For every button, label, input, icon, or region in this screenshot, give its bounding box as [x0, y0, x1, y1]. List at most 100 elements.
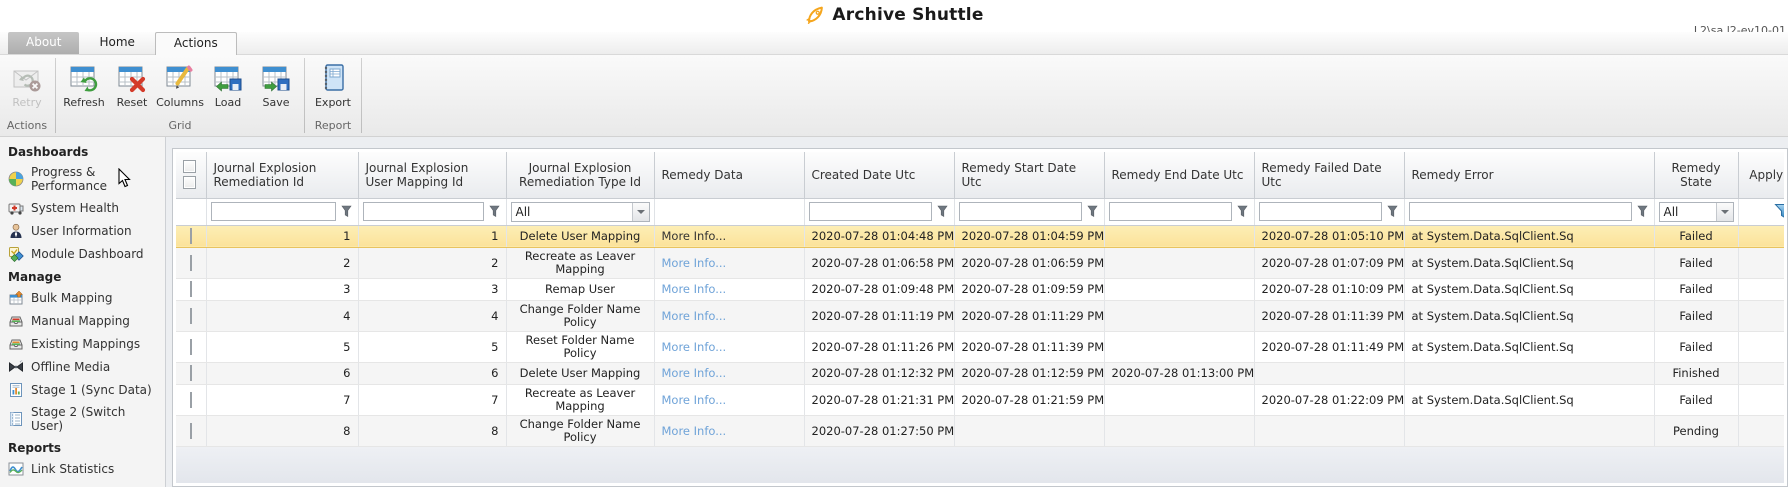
column-header-apply-filter[interactable]: Apply Filter — [1738, 152, 1784, 198]
filter-created-date-menu-button[interactable] — [936, 204, 950, 220]
filter-user-mapping-id-menu-button[interactable] — [488, 204, 502, 220]
remediation-id-cell: 3 — [206, 278, 358, 300]
filter-remediation-type-value: All — [512, 205, 632, 219]
row-checkbox[interactable] — [190, 255, 192, 271]
column-header-remedy-failed-date[interactable]: Remedy Failed Date Utc — [1254, 152, 1404, 198]
refresh-button[interactable]: Refresh — [61, 59, 107, 112]
sidebar-item-link-statistics[interactable]: Link Statistics — [0, 458, 165, 481]
sidebar-item-label: System Health — [31, 201, 119, 215]
sidebar-item-progress-performance[interactable]: Progress & Performance — [0, 162, 165, 197]
select-page-checkbox[interactable] — [183, 176, 196, 189]
sidebar-item-existing-mappings[interactable]: Existing Mappings — [0, 333, 165, 356]
save-button[interactable]: Save — [253, 59, 299, 112]
column-header-user-mapping-id[interactable]: Journal Explosion User Mapping Id — [358, 152, 506, 198]
filter-remediation-type-select[interactable]: All — [511, 202, 650, 222]
sidebar-item-stage1-sync-data[interactable]: Stage 1 (Sync Data) — [0, 379, 165, 402]
filter-remedy-start-date-input[interactable] — [959, 202, 1082, 221]
reset-button[interactable]: Reset — [109, 59, 155, 112]
column-header-remedy-state[interactable]: Remedy State — [1654, 152, 1738, 198]
table-row[interactable]: 44Change Folder Name PolicyMore Info...2… — [176, 300, 1784, 331]
filter-created-date-input[interactable] — [809, 202, 932, 221]
filter-remedy-start-date-menu-button[interactable] — [1086, 204, 1100, 220]
column-header-remedy-end-date[interactable]: Remedy End Date Utc — [1104, 152, 1254, 198]
filter-select-cell — [176, 198, 206, 225]
retry-button[interactable]: Retry — [4, 59, 50, 112]
remediation-id-cell: 4 — [206, 300, 358, 331]
column-header-remedy-data[interactable]: Remedy Data — [654, 152, 804, 198]
table-row[interactable]: 11Delete User MappingMore Info...2020-07… — [176, 225, 1784, 247]
more-info-link[interactable]: More Info... — [662, 393, 727, 407]
filter-remedy-failed-date-input[interactable] — [1259, 202, 1382, 221]
dropdown-arrow-button[interactable] — [632, 203, 649, 221]
remediation-type-cell: Recreate as Leaver Mapping — [506, 247, 654, 278]
filter-remedy-error-menu-button[interactable] — [1636, 204, 1650, 220]
column-header-remediation-type-id[interactable]: Journal Explosion Remediation Type Id — [506, 152, 654, 198]
sidebar-header-manage: Manage — [0, 266, 165, 287]
more-info-link[interactable]: More Info... — [662, 309, 727, 323]
column-header-created-date[interactable]: Created Date Utc — [804, 152, 954, 198]
column-header-remedy-error[interactable]: Remedy Error — [1404, 152, 1654, 198]
remediation-id-cell: 1 — [206, 225, 358, 247]
columns-button[interactable]: Columns — [157, 59, 203, 112]
filter-remedy-state-select[interactable]: All — [1659, 202, 1734, 222]
tab-about[interactable]: About — [8, 32, 79, 54]
sidebar-item-offline-media[interactable]: Offline Media — [0, 356, 165, 379]
table-row[interactable]: 77Recreate as Leaver MappingMore Info...… — [176, 384, 1784, 415]
filter-remedy-end-date-menu-button[interactable] — [1236, 204, 1250, 220]
filter-user-mapping-id-input[interactable] — [363, 202, 484, 221]
apply-filter-cell — [1738, 300, 1784, 331]
column-header-remediation-id[interactable]: Journal Explosion Remediation Id — [206, 152, 358, 198]
dropdown-arrow-button[interactable] — [1716, 203, 1733, 221]
created-date-cell: 2020-07-28 01:04:48 PM — [804, 225, 954, 247]
select-all-checkbox[interactable] — [183, 160, 196, 173]
row-checkbox[interactable] — [190, 228, 192, 244]
load-icon — [212, 62, 244, 94]
remedy-state-cell: Failed — [1654, 384, 1738, 415]
row-checkbox[interactable] — [190, 392, 192, 408]
more-info-link[interactable]: More Info... — [662, 229, 727, 243]
sidebar-item-user-information[interactable]: User Information — [0, 220, 165, 243]
column-header-remedy-start-date[interactable]: Remedy Start Date Utc — [954, 152, 1104, 198]
remedy-state-cell: Pending — [1654, 415, 1738, 446]
tab-home[interactable]: Home — [81, 32, 152, 54]
row-checkbox[interactable] — [190, 281, 192, 297]
filter-remedy-error-input[interactable] — [1409, 202, 1632, 221]
sidebar-item-system-health[interactable]: System Health — [0, 197, 165, 220]
row-checkbox[interactable] — [190, 339, 192, 355]
remedy-state-cell: Failed — [1654, 331, 1738, 362]
filter-remediation-id-menu-button[interactable] — [340, 204, 354, 220]
tab-actions[interactable]: Actions — [155, 32, 237, 55]
filter-remediation-id-input[interactable] — [211, 202, 336, 221]
remedy-data-cell: More Info... — [654, 300, 804, 331]
remediation-type-cell: Change Folder Name Policy — [506, 300, 654, 331]
table-row[interactable]: 22Recreate as Leaver MappingMore Info...… — [176, 247, 1784, 278]
load-button[interactable]: Load — [205, 59, 251, 112]
funnel-icon — [937, 205, 948, 218]
sidebar-item-manual-mapping[interactable]: Manual Mapping — [0, 310, 165, 333]
sidebar-item-stage2-switch-user[interactable]: Stage 2 (Switch User) — [0, 402, 165, 437]
row-checkbox[interactable] — [190, 365, 192, 381]
more-info-link[interactable]: More Info... — [662, 340, 727, 354]
row-checkbox[interactable] — [190, 308, 192, 324]
row-select-cell — [176, 331, 206, 362]
sidebar-header-reports: Reports — [0, 437, 165, 458]
more-info-link[interactable]: More Info... — [662, 282, 727, 296]
filter-remedy-end-date-input[interactable] — [1109, 202, 1232, 221]
table-row[interactable]: 55Reset Folder Name PolicyMore Info...20… — [176, 331, 1784, 362]
sidebar-item-module-dashboard[interactable]: Module Dashboard — [0, 243, 165, 266]
apply-filter-button[interactable] — [1743, 203, 1785, 220]
more-info-link[interactable]: More Info... — [662, 256, 727, 270]
remedy-start-date-cell: 2020-07-28 01:12:59 PM — [954, 362, 1104, 384]
sidebar-item-bulk-mapping[interactable]: Bulk Mapping — [0, 287, 165, 310]
remedy-data-cell: More Info... — [654, 384, 804, 415]
table-row[interactable]: 66Delete User MappingMore Info...2020-07… — [176, 362, 1784, 384]
table-row[interactable]: 88Change Folder Name PolicyMore Info...2… — [176, 415, 1784, 446]
more-info-link[interactable]: More Info... — [662, 366, 727, 380]
created-date-cell: 2020-07-28 01:09:48 PM — [804, 278, 954, 300]
more-info-link[interactable]: More Info... — [662, 424, 727, 438]
row-checkbox[interactable] — [190, 423, 192, 439]
filter-remedy-failed-date-menu-button[interactable] — [1386, 204, 1400, 220]
table-row[interactable]: 33Remap UserMore Info...2020-07-28 01:09… — [176, 278, 1784, 300]
remedy-end-date-cell — [1104, 300, 1254, 331]
export-button[interactable]: Export — [310, 59, 356, 112]
